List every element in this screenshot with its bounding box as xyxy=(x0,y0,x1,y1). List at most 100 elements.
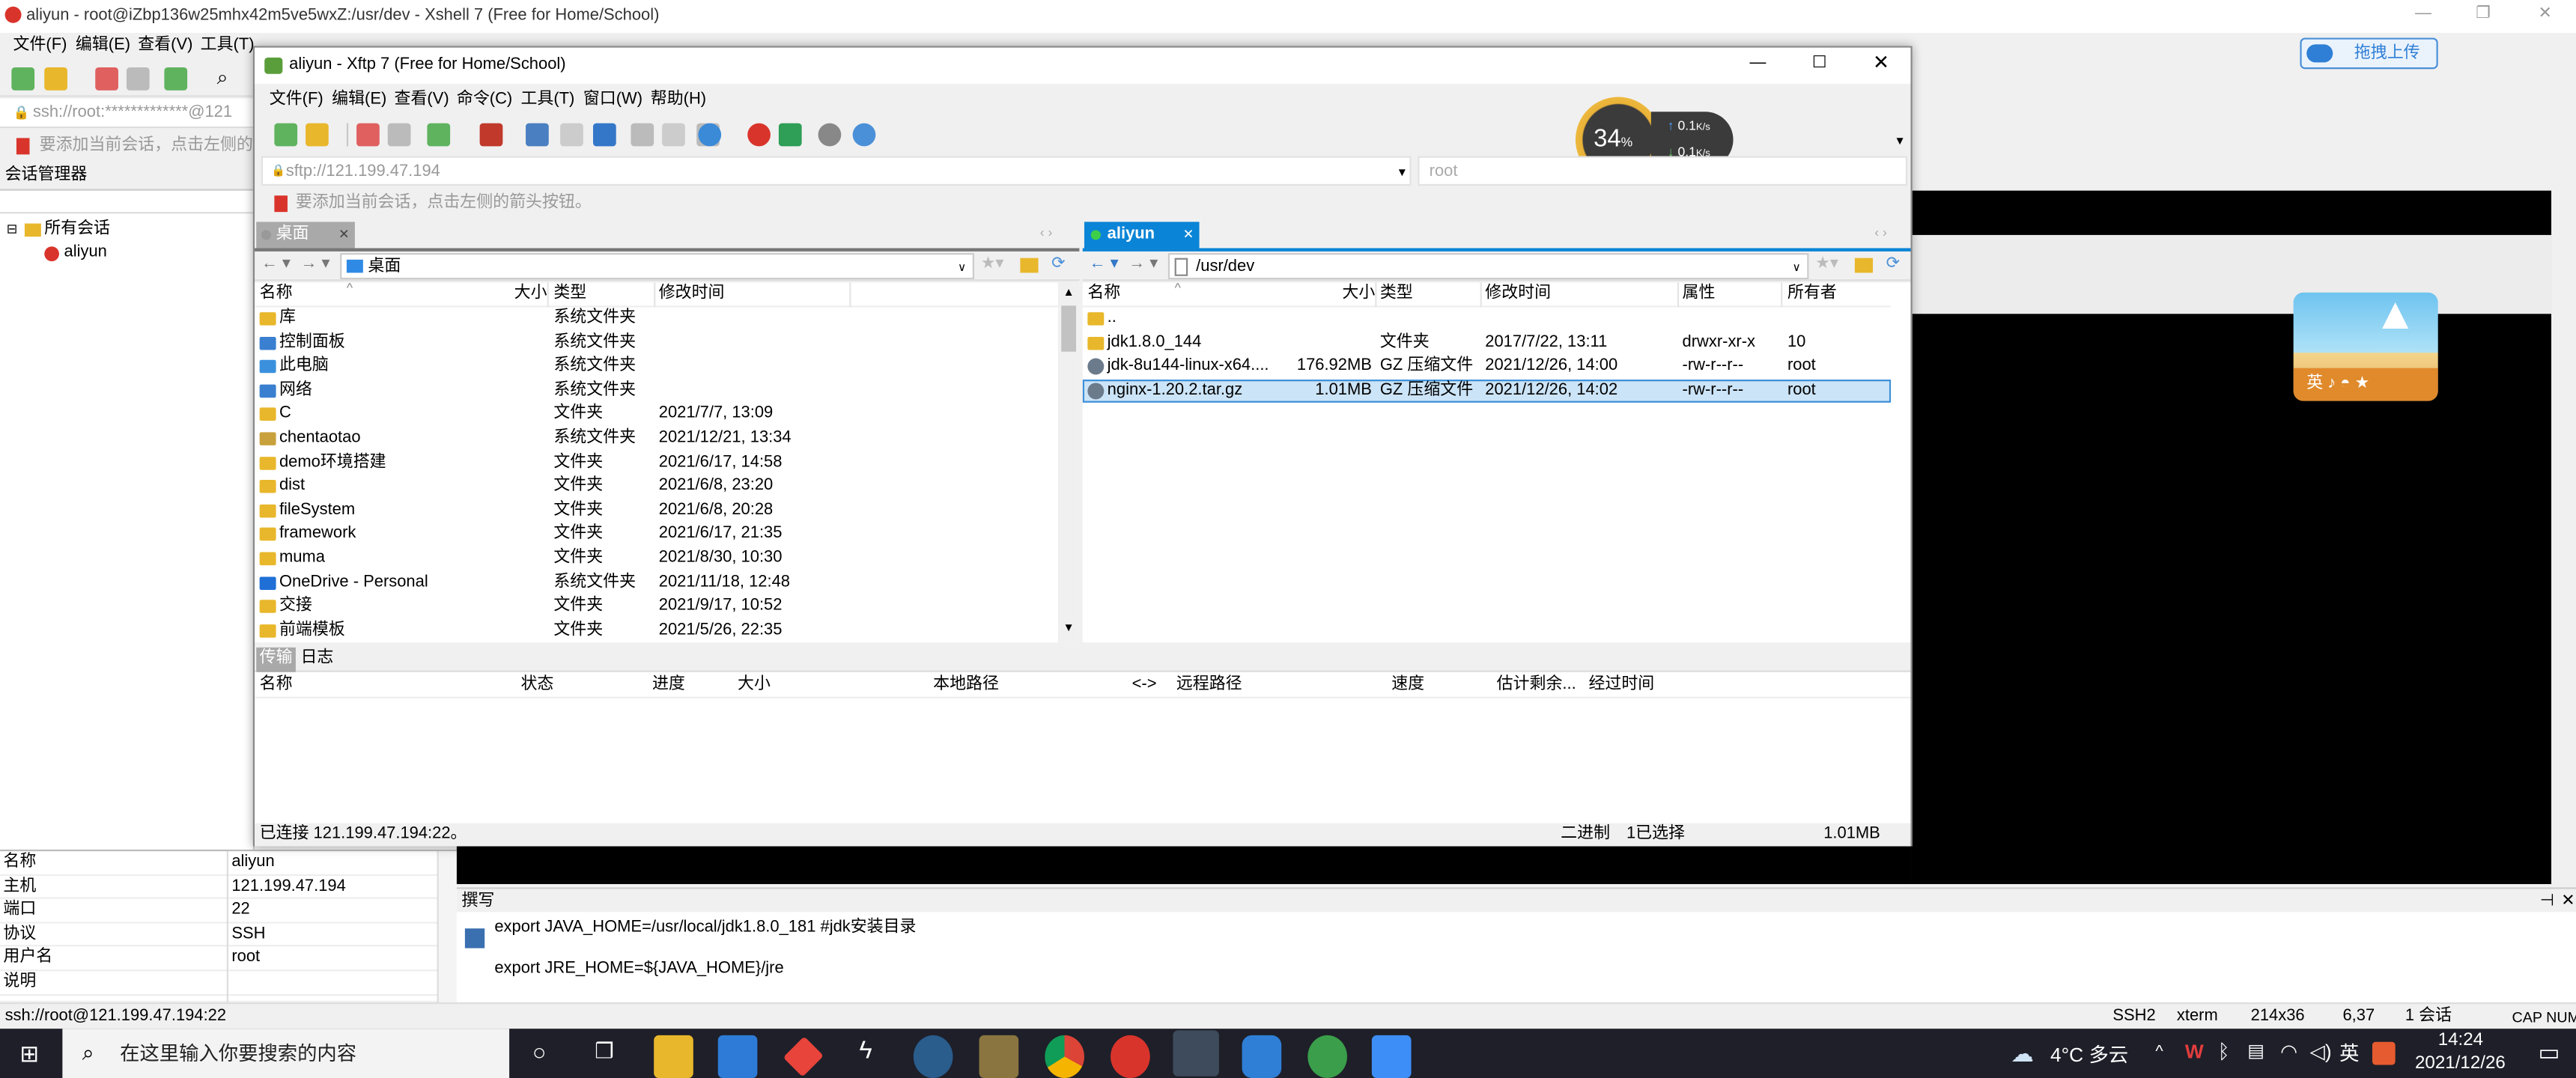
local-file-row[interactable]: chentaotao 系统文件夹 2021/12/21, 13:34 xyxy=(255,427,1060,451)
xshell-minimize-icon[interactable]: — xyxy=(2415,5,2431,25)
download-icon[interactable] xyxy=(560,123,583,147)
xftp-menu-edit[interactable]: 编辑(E) xyxy=(332,91,386,110)
col-size[interactable]: 大小 xyxy=(738,674,771,697)
transfer-icon[interactable] xyxy=(479,123,503,147)
local-path-input[interactable]: 桌面 ∨ xyxy=(340,253,974,280)
notification-icon[interactable]: ▭ xyxy=(2539,1038,2560,1065)
xshell-link-icon[interactable] xyxy=(747,123,771,147)
xshell-menu-tools[interactable]: 工具(T) xyxy=(201,36,255,55)
volume-icon[interactable]: ◁) xyxy=(2310,1042,2332,1062)
col-owner[interactable]: 所有者 xyxy=(1787,283,1837,306)
clock-time[interactable]: 14:24 xyxy=(2438,1030,2483,1052)
tree-expand-icon[interactable]: ⊟ xyxy=(7,220,18,240)
tree-session-aliyun[interactable]: aliyun xyxy=(64,243,107,263)
col-modified[interactable]: 修改时间 xyxy=(1485,283,1551,306)
host-dropdown-icon[interactable]: ▼ xyxy=(1397,165,1408,184)
col-name[interactable]: 名称 xyxy=(260,283,293,306)
baidu-netdisk-icon[interactable] xyxy=(1242,1035,1282,1078)
local-file-row[interactable]: 交接 文件夹 2021/9/17, 10:52 xyxy=(255,595,1060,619)
search-icon[interactable]: ⌕ xyxy=(217,67,228,87)
favorite-icon[interactable]: ★▾ xyxy=(981,255,1004,274)
remote-path-input[interactable]: /usr/dev ∨ xyxy=(1167,253,1809,280)
scroll-down-icon[interactable]: ▼ xyxy=(1063,620,1074,639)
xftp-menu-help[interactable]: 帮助(H) xyxy=(651,91,706,110)
open-folder-icon[interactable] xyxy=(306,123,329,147)
open-folder-icon[interactable] xyxy=(44,67,67,91)
local-file-row[interactable]: 控制面板 系统文件夹 xyxy=(255,332,1060,356)
refresh-icon[interactable]: ⟳ xyxy=(1051,255,1065,274)
properties-icon[interactable] xyxy=(427,123,451,147)
tab-scroll-icon[interactable]: ‹ › xyxy=(1874,224,1887,243)
col-elapsed[interactable]: 经过时间 xyxy=(1588,674,1654,697)
local-file-row[interactable]: dist 文件夹 2021/6/8, 23:20 xyxy=(255,475,1060,499)
col-name[interactable]: 名称 xyxy=(260,674,293,697)
local-file-row[interactable]: OneDrive - Personal 系统文件夹 2021/11/18, 12:4… xyxy=(255,571,1060,595)
col-remote-path[interactable]: 远程路径 xyxy=(1176,674,1242,697)
sync-icon[interactable] xyxy=(592,123,616,147)
windows-start-icon[interactable]: ⊞ xyxy=(19,1041,39,1067)
league-icon[interactable] xyxy=(979,1035,1019,1078)
settings-icon[interactable] xyxy=(818,123,842,147)
remote-tab-close-icon[interactable]: ✕ xyxy=(1183,225,1194,245)
local-file-row[interactable]: 前端模板 文件夹 2021/5/26, 22:35 xyxy=(255,619,1060,642)
xshell-settings-icon[interactable] xyxy=(164,67,188,91)
xshell-taskbar-icon[interactable] xyxy=(1111,1035,1150,1078)
globe-icon[interactable] xyxy=(698,123,722,147)
local-file-row[interactable]: fileSystem 文件夹 2021/6/8, 20:28 xyxy=(255,499,1060,523)
bluetooth-icon[interactable]: ᛒ xyxy=(2218,1042,2230,1062)
local-file-row[interactable]: C 文件夹 2021/7/7, 13:09 xyxy=(255,404,1060,427)
task-view-icon[interactable]: ❒ xyxy=(595,1038,614,1065)
col-local-path[interactable]: 本地路径 xyxy=(933,674,999,697)
forward-icon[interactable]: → ▾ xyxy=(300,255,329,274)
disconnect-icon[interactable] xyxy=(387,123,411,147)
tray-expand-icon[interactable]: ^ xyxy=(2155,1044,2163,1063)
wifi-icon[interactable]: ◠ xyxy=(2280,1042,2297,1062)
back-icon[interactable]: ← ▾ xyxy=(1090,255,1119,274)
xftp-menu-window[interactable]: 窗口(W) xyxy=(583,91,643,110)
forward-icon[interactable]: → ▾ xyxy=(1128,255,1158,274)
local-scrollbar[interactable]: ▲ ▼ xyxy=(1057,282,1080,643)
tree-root[interactable]: 所有会话 xyxy=(44,220,110,240)
xshell-menu-edit[interactable]: 编辑(E) xyxy=(76,36,130,55)
col-type[interactable]: 类型 xyxy=(1380,283,1413,306)
app-red-icon[interactable] xyxy=(783,1036,824,1077)
xftp-taskbar-icon[interactable] xyxy=(1173,1030,1219,1077)
copy-icon[interactable] xyxy=(631,123,654,147)
ime-skin-banner[interactable]: 英 ♪ ◓ ★ xyxy=(2293,292,2438,401)
refresh-icon[interactable]: ⟳ xyxy=(1886,255,1900,274)
col-progress[interactable]: 进度 xyxy=(652,674,685,697)
new-folder-icon[interactable] xyxy=(1854,258,1874,273)
bookmark-icon[interactable] xyxy=(274,195,288,213)
col-speed[interactable]: 速度 xyxy=(1391,674,1424,697)
mail-icon[interactable] xyxy=(717,1035,758,1078)
toolbar-overflow-icon[interactable]: ▼ xyxy=(1895,133,1906,153)
tab-log[interactable]: 日志 xyxy=(300,649,333,669)
path-dropdown-icon[interactable]: ∨ xyxy=(1793,260,1801,279)
local-file-row[interactable]: framework 文件夹 2021/6/17, 21:35 xyxy=(255,523,1060,547)
browser-globe-icon[interactable] xyxy=(1307,1035,1347,1078)
username-input[interactable]: root xyxy=(1418,156,1908,186)
scroll-up-icon[interactable]: ▲ xyxy=(1063,284,1074,304)
feishu-icon[interactable] xyxy=(1371,1035,1412,1078)
new-session-icon[interactable] xyxy=(11,67,35,91)
local-file-row[interactable]: demo环境搭建 文件夹 2021/6/17, 14:58 xyxy=(255,451,1060,475)
sogou-ime-icon[interactable] xyxy=(2372,1041,2396,1065)
help-icon[interactable] xyxy=(852,123,876,147)
bookmark-icon[interactable] xyxy=(16,138,30,155)
paste-icon[interactable] xyxy=(662,123,685,147)
xshell-maximize-icon[interactable]: ❐ xyxy=(2476,5,2491,25)
scroll-thumb[interactable] xyxy=(1061,305,1076,352)
remote-file-row[interactable]: jdk1.8.0_144 文件夹 2017/7/22, 13:11 drwxr-xr-… xyxy=(1083,332,1891,356)
xftp-link-icon[interactable] xyxy=(778,123,802,147)
properties-scrollbar[interactable] xyxy=(437,851,457,1003)
connect-icon[interactable] xyxy=(356,123,380,147)
weather-cloud-icon[interactable]: ☁ xyxy=(2011,1041,2034,1067)
weather-text[interactable]: 4°C 多云 xyxy=(2050,1044,2128,1067)
printer-icon[interactable]: ▤ xyxy=(2247,1042,2264,1062)
xshell-close-icon[interactable]: ✕ xyxy=(2539,5,2552,25)
xftp-menu-file[interactable]: 文件(F) xyxy=(270,91,323,110)
compose-line[interactable]: export JAVA_HOME=/usr/local/jdk1.8.0_181… xyxy=(494,919,916,938)
new-folder-icon[interactable] xyxy=(1020,258,1039,273)
tab-transfers[interactable]: 传输 xyxy=(256,647,296,672)
disconnect-icon[interactable] xyxy=(126,67,150,91)
